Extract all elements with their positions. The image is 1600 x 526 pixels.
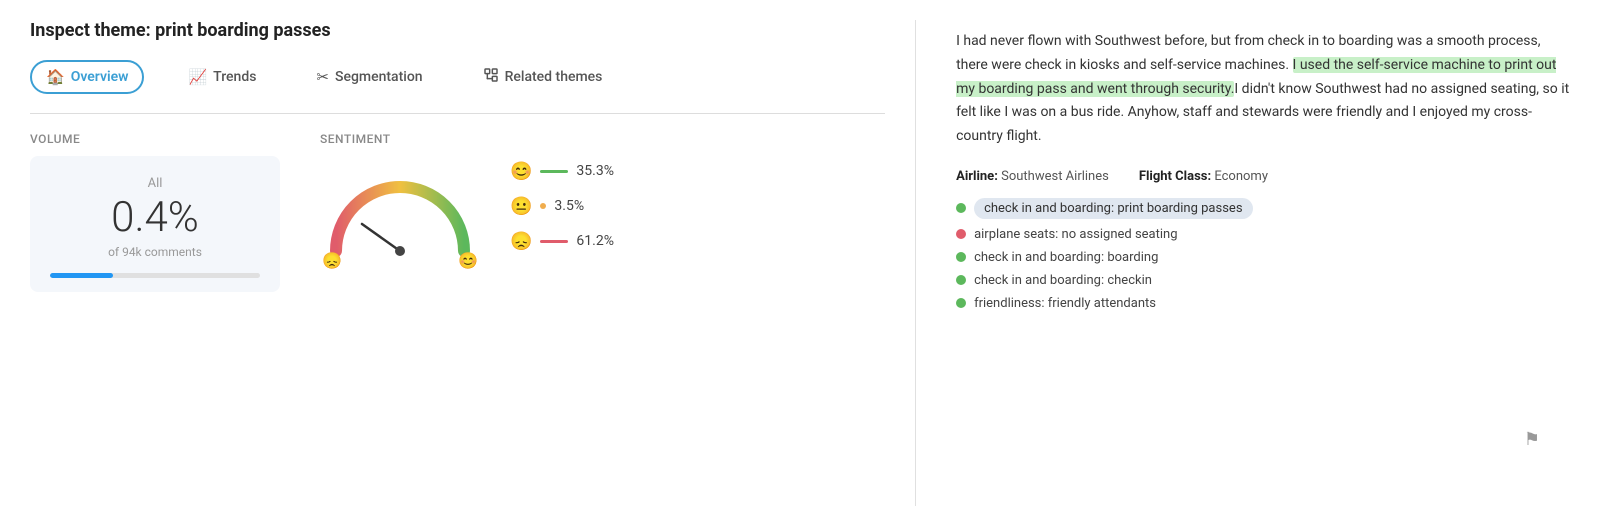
- tag-text: friendliness: friendly attendants: [974, 296, 1156, 311]
- sentiment-negative: 😞 61.2%: [510, 231, 614, 252]
- positive-pct: 35.3%: [576, 163, 614, 179]
- meta-airline: Airline: Southwest Airlines: [956, 169, 1109, 184]
- volume-comments: of 94k comments: [50, 245, 260, 259]
- main-container: Inspect theme: print boarding passes 🏠 O…: [0, 0, 1600, 526]
- tab-trends-label: Trends: [213, 69, 256, 85]
- tab-overview-label: Overview: [71, 69, 129, 85]
- tag-pill: check in and boarding: print boarding pa…: [974, 198, 1252, 219]
- negative-line: [540, 240, 568, 243]
- tag-dot-green: [956, 203, 966, 213]
- tag-dot-green: [956, 298, 966, 308]
- tab-segmentation-label: Segmentation: [335, 69, 423, 85]
- sentiment-section: Sentiment: [310, 132, 885, 292]
- trends-icon: 📈: [188, 68, 207, 86]
- gauge-svg: 😞 😊: [320, 156, 480, 276]
- tab-overview[interactable]: 🏠 Overview: [30, 60, 144, 94]
- tag-dot-green: [956, 275, 966, 285]
- tabs-divider: [30, 113, 885, 114]
- tag-text: check in and boarding: checkin: [974, 273, 1152, 288]
- tag-item: airplane seats: no assigned seating: [956, 227, 1570, 242]
- neutral-dot: [540, 203, 546, 209]
- sentiment-content: 😞 😊 😊 35.3% 😐: [320, 156, 885, 256]
- meta-airline-value: Southwest Airlines: [1001, 169, 1109, 184]
- tag-text: airplane seats: no assigned seating: [974, 227, 1177, 242]
- sentiment-positive: 😊 35.3%: [510, 161, 614, 182]
- right-panel-inner: I had never flown with Southwest before,…: [956, 30, 1570, 470]
- home-icon: 🏠: [46, 68, 65, 86]
- related-themes-icon: [483, 67, 499, 87]
- sentiment-legend: 😊 35.3% 😐 3.5% 😞: [510, 161, 614, 252]
- volume-progress-fill: [50, 273, 113, 278]
- meta-flight-class: Flight Class: Economy: [1139, 169, 1268, 184]
- flag-icon: ⚑: [1524, 429, 1540, 450]
- volume-section: Volume All 0.4% of 94k comments: [30, 132, 310, 292]
- svg-text:😞: 😞: [322, 251, 342, 270]
- volume-all: All: [50, 176, 260, 191]
- sentiment-label: Sentiment: [320, 132, 885, 146]
- neutral-pct: 3.5%: [554, 198, 584, 214]
- tab-related-themes[interactable]: Related themes: [467, 59, 619, 95]
- tag-dot-green: [956, 252, 966, 262]
- tags-list: check in and boarding: print boarding pa…: [956, 198, 1570, 311]
- positive-line: [540, 170, 568, 173]
- left-panel: Inspect theme: print boarding passes 🏠 O…: [30, 20, 915, 506]
- metrics-row: Volume All 0.4% of 94k comments Sentimen…: [30, 132, 885, 292]
- tab-related-themes-label: Related themes: [505, 69, 603, 85]
- negative-pct: 61.2%: [576, 233, 614, 249]
- tag-text: check in and boarding: boarding: [974, 250, 1158, 265]
- positive-emoji: 😊: [510, 161, 532, 182]
- negative-emoji: 😞: [510, 231, 532, 252]
- volume-percent: 0.4%: [50, 195, 260, 241]
- tag-item: check in and boarding: boarding: [956, 250, 1570, 265]
- neutral-emoji: 😐: [510, 196, 532, 217]
- tag-item: check in and boarding: print boarding pa…: [956, 198, 1570, 219]
- volume-label: Volume: [30, 132, 280, 146]
- tab-segmentation[interactable]: ✂ Segmentation: [300, 60, 438, 94]
- sentiment-gauge: 😞 😊: [320, 156, 480, 256]
- meta-row: Airline: Southwest Airlines Flight Class…: [956, 169, 1570, 184]
- sentiment-neutral: 😐 3.5%: [510, 196, 614, 217]
- meta-airline-label: Airline:: [956, 169, 998, 184]
- svg-text:😊: 😊: [458, 251, 478, 270]
- tabs-bar: 🏠 Overview 📈 Trends ✂ Segmentation: [30, 59, 885, 95]
- tab-trends[interactable]: 📈 Trends: [172, 60, 272, 94]
- right-panel: I had never flown with Southwest before,…: [915, 20, 1570, 506]
- flag-button[interactable]: ⚑: [1524, 429, 1540, 450]
- page-title: Inspect theme: print boarding passes: [30, 20, 885, 41]
- tag-item: check in and boarding: checkin: [956, 273, 1570, 288]
- segmentation-icon: ✂: [316, 68, 329, 86]
- meta-flight-class-label: Flight Class:: [1139, 169, 1211, 184]
- volume-progress-bar: [50, 273, 260, 278]
- meta-flight-class-value: Economy: [1214, 169, 1268, 184]
- review-text: I had never flown with Southwest before,…: [956, 30, 1570, 149]
- tag-dot-red: [956, 229, 966, 239]
- volume-card: All 0.4% of 94k comments: [30, 156, 280, 292]
- tag-item: friendliness: friendly attendants: [956, 296, 1570, 311]
